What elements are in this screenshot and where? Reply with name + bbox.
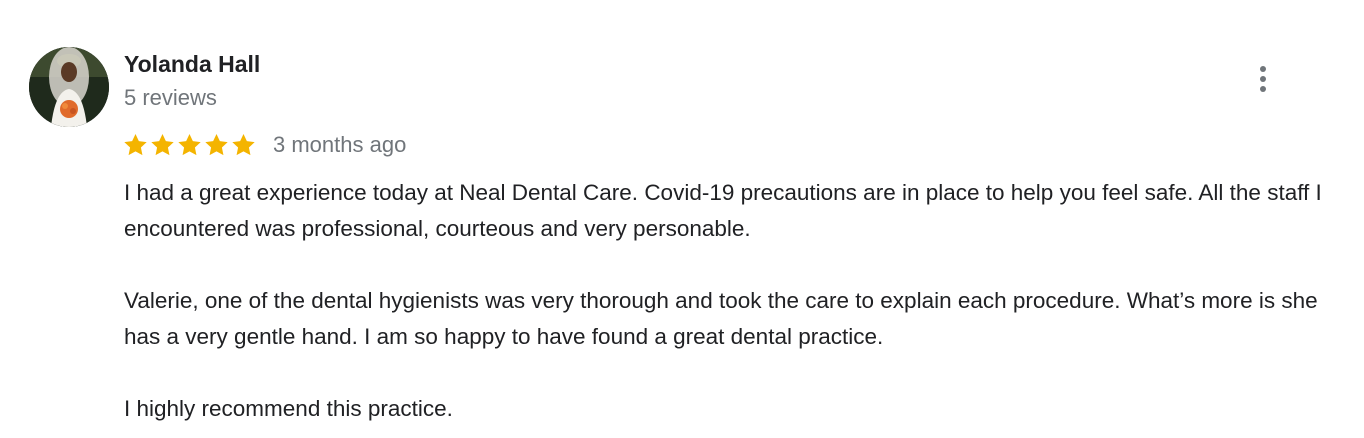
- review-card: Yolanda Hall 5 reviews 3 months ago I ha…: [0, 0, 1364, 438]
- review-paragraph: I highly recommend this practice.: [124, 396, 453, 421]
- more-vert-icon-dot: [1260, 86, 1266, 92]
- star-icon: [151, 133, 174, 156]
- rating-row: 3 months ago: [122, 130, 406, 160]
- star-rating: [122, 132, 257, 158]
- star-icon: [124, 133, 147, 156]
- review-time: 3 months ago: [273, 132, 407, 157]
- more-vert-icon: [1260, 66, 1266, 72]
- star-icon: [205, 133, 228, 156]
- avatar-photo: [29, 47, 109, 127]
- avatar[interactable]: [29, 47, 109, 127]
- star-icon: [232, 133, 255, 156]
- review-text: I had a great experience today at Neal D…: [124, 175, 1324, 427]
- review-paragraph: Valerie, one of the dental hygienists wa…: [124, 288, 1318, 349]
- review-paragraph: I had a great experience today at Neal D…: [124, 180, 1322, 241]
- author-review-count[interactable]: 5 reviews: [124, 84, 217, 112]
- star-icon: [178, 133, 201, 156]
- more-vert-icon-dot: [1260, 76, 1266, 82]
- author-name[interactable]: Yolanda Hall: [124, 50, 260, 78]
- more-options-button[interactable]: [1246, 60, 1280, 98]
